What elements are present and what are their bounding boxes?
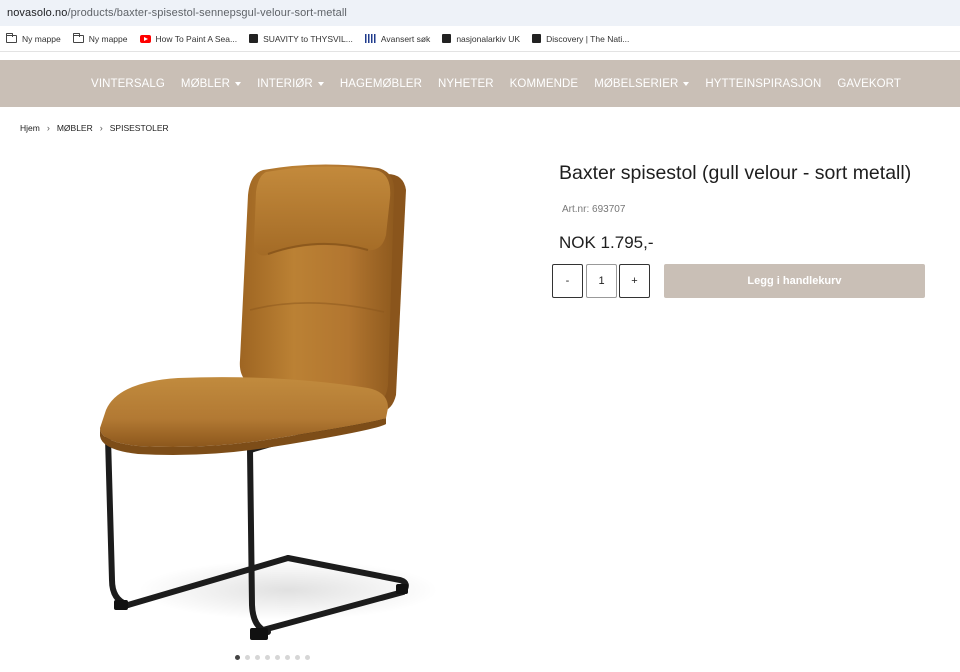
breadcrumb-mobler[interactable]: MØBLER: [57, 123, 93, 133]
bookmark-label: How To Paint A Sea...: [155, 33, 238, 44]
chevron-right-icon: ›: [99, 123, 103, 133]
breadcrumb: Hjem › MØBLER › SPISESTOLER: [20, 123, 169, 133]
bookmark-label: Avansert søk: [380, 33, 431, 44]
bookmark-item[interactable]: How To Paint A Sea...: [139, 33, 238, 44]
bookmark-label: SUAVITY to THYSVIL...: [263, 33, 353, 44]
bookmark-item[interactable]: Discovery | The Nati...: [532, 34, 629, 44]
chair-image: [100, 164, 438, 640]
carousel-dot[interactable]: [305, 655, 310, 660]
document-icon: [249, 34, 259, 43]
carousel-dots: [235, 655, 315, 660]
chevron-right-icon: ›: [46, 123, 50, 133]
nav-item-gavekort[interactable]: GAVEKORT: [837, 78, 901, 90]
nav-label: INTERIØR: [257, 77, 313, 90]
nav-label: MØBELSERIER: [594, 77, 679, 90]
bookmark-item[interactable]: Avansert søk: [364, 33, 431, 44]
youtube-icon: [139, 34, 151, 43]
caret-down-icon: [683, 81, 690, 86]
nav-item-vintersalg[interactable]: VINTERSALG: [91, 78, 165, 90]
quantity-decrease-button[interactable]: -: [552, 264, 583, 298]
nav-item-kommende[interactable]: KOMMENDE: [510, 78, 579, 90]
bookmark-item[interactable]: Ny mappe: [6, 32, 61, 44]
bookmark-item[interactable]: SUAVITY to THYSVIL...: [249, 34, 353, 44]
address-bar[interactable]: novasolo.no/products/baxter-spisestol-se…: [0, 0, 960, 26]
nav-label: MØBLER: [180, 77, 231, 90]
product-title: Baxter spisestol (gull velour - sort met…: [559, 162, 912, 184]
carousel-dot[interactable]: [265, 655, 270, 660]
main-nav: VINTERSALG MØBLER INTERIØR HAGEMØBLER NY…: [0, 60, 960, 107]
carousel-dot[interactable]: [285, 655, 290, 660]
nav-label: GAVEKORT: [837, 77, 901, 90]
carousel-dot[interactable]: [245, 655, 250, 660]
product-price: NOK 1.795,-: [559, 233, 654, 252]
carousel-dot[interactable]: [235, 655, 240, 660]
breadcrumb-spisestoler[interactable]: SPISESTOLER: [110, 123, 169, 133]
nav-item-mobelserier[interactable]: MØBELSERIER: [594, 77, 690, 90]
nav-label: KOMMENDE: [509, 77, 579, 90]
add-to-cart-button[interactable]: Legg i handlekurv: [664, 264, 925, 298]
quantity-input[interactable]: 1: [586, 264, 617, 298]
nav-item-hagemobler[interactable]: HAGEMØBLER: [340, 78, 422, 90]
nav-item-mobler[interactable]: MØBLER: [180, 77, 242, 90]
quantity-increase-button[interactable]: +: [619, 264, 650, 298]
nav-item-interior[interactable]: INTERIØR: [257, 78, 324, 90]
bookmark-label: Discovery | The Nati...: [546, 33, 630, 44]
nav-item-hytteinspirasjon[interactable]: HYTTEINSPIRASJON: [705, 78, 821, 90]
bookmark-item[interactable]: nasjonalarkiv UK: [442, 34, 520, 44]
bookmark-label: nasjonalarkiv UK: [456, 33, 521, 44]
document-icon: [532, 34, 542, 43]
folder-icon: [6, 32, 17, 43]
bookmark-label: Ny mappe: [22, 33, 61, 44]
document-icon: [442, 34, 452, 43]
caret-down-icon: [317, 81, 324, 86]
nav-label: VINTERSALG: [91, 77, 165, 90]
nav-label: HAGEMØBLER: [339, 77, 422, 90]
nav-label: HYTTEINSPIRASJON: [705, 77, 822, 90]
product-image[interactable]: [78, 150, 448, 650]
barcode-icon: [364, 34, 376, 43]
url-text[interactable]: novasolo.no/products/baxter-spisestol-se…: [7, 7, 347, 19]
article-number: Art.nr: 693707: [562, 204, 626, 215]
bookmark-label: Ny mappe: [88, 33, 128, 44]
bookmark-item[interactable]: Ny mappe: [72, 32, 128, 44]
folder-icon: [72, 32, 84, 43]
bookmarks-bar: Ny mappe Ny mappe How To Paint A Sea... …: [0, 26, 960, 52]
breadcrumb-home[interactable]: Hjem: [20, 123, 40, 133]
nav-item-nyheter[interactable]: NYHETER: [438, 78, 494, 90]
carousel-dot[interactable]: [295, 655, 300, 660]
caret-down-icon: [235, 81, 242, 86]
url-path: /products/baxter-spisestol-sennepsgul-ve…: [67, 7, 347, 19]
nav-label: NYHETER: [438, 77, 494, 90]
carousel-dot[interactable]: [275, 655, 280, 660]
url-host: novasolo.no: [7, 7, 68, 19]
carousel-dot[interactable]: [255, 655, 260, 660]
